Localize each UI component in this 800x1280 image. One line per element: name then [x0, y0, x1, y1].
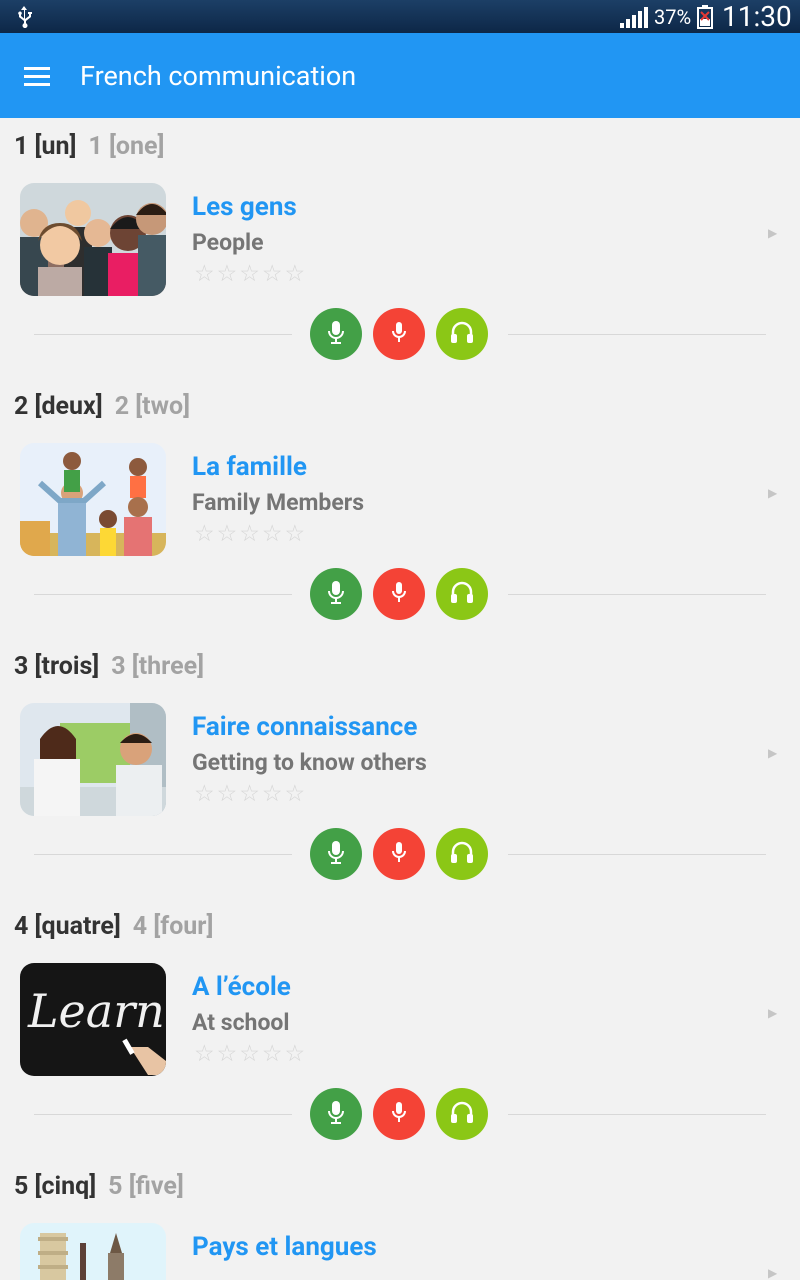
lesson-number-english: 3 [three]	[111, 652, 205, 681]
lesson-card[interactable]: Les gens People ☆☆☆☆☆ ▶	[0, 178, 800, 303]
lesson-thumbnail-people	[20, 183, 166, 296]
lesson-header: 5 [cinq] 5 [five]	[14, 1172, 184, 1201]
divider	[508, 1114, 766, 1115]
headphones-icon	[448, 838, 476, 870]
divider	[34, 334, 292, 335]
lesson-actions	[0, 828, 800, 880]
record-icon	[386, 839, 412, 869]
record-button[interactable]	[373, 308, 425, 360]
listen-button[interactable]	[436, 828, 488, 880]
microphone-icon	[323, 319, 349, 349]
signal-icon	[620, 6, 648, 32]
speak-button[interactable]	[310, 308, 362, 360]
record-icon	[386, 1099, 412, 1129]
record-button[interactable]	[373, 828, 425, 880]
chevron-right-icon: ▶	[768, 1266, 778, 1280]
usb-icon	[12, 4, 36, 32]
lesson-4: 4 [quatre] 4 [four] Learn A l’école At sc…	[0, 898, 800, 1158]
lesson-1: 1 [un] 1 [one] Les gens People ☆☆☆☆☆ ▶	[0, 118, 800, 378]
lesson-number-english: 2 [two]	[114, 392, 191, 421]
listen-button[interactable]	[436, 308, 488, 360]
lesson-header: 1 [un] 1 [one]	[14, 132, 164, 161]
lesson-title: Pays et langues	[192, 1232, 377, 1262]
chevron-right-icon: ▶	[768, 1006, 778, 1020]
lesson-number-french: 1 [un]	[14, 132, 77, 161]
app-bar: French communication	[0, 33, 800, 118]
lesson-number-english: 4 [four]	[132, 912, 214, 941]
lesson-title: A l’école	[192, 972, 291, 1002]
lesson-card[interactable]: Pays et langues ▶	[0, 1218, 800, 1280]
lesson-subtitle: People	[192, 229, 264, 256]
chevron-right-icon: ▶	[768, 486, 778, 500]
lesson-3: 3 [trois] 3 [three] Faire connaissance Ge…	[0, 638, 800, 898]
lesson-header: 4 [quatre] 4 [four]	[14, 912, 213, 941]
clock: 11:30	[722, 0, 792, 33]
speak-button[interactable]	[310, 1088, 362, 1140]
lesson-header: 2 [deux] 2 [two]	[14, 392, 190, 421]
chevron-right-icon: ▶	[768, 226, 778, 240]
lesson-subtitle: Getting to know others	[192, 749, 427, 776]
lesson-thumbnail-countries	[20, 1223, 166, 1280]
battery-icon	[697, 5, 713, 33]
lesson-number-french: 5 [cinq]	[14, 1172, 97, 1201]
record-button[interactable]	[373, 568, 425, 620]
divider	[508, 594, 766, 595]
microphone-icon	[323, 1099, 349, 1129]
lesson-number-english: 5 [five]	[108, 1172, 184, 1201]
lesson-title: Les gens	[192, 192, 297, 222]
divider	[508, 854, 766, 855]
rating-stars: ☆☆☆☆☆	[194, 260, 308, 287]
lesson-2: 2 [deux] 2 [two] La famille Family Member…	[0, 378, 800, 638]
battery-percentage: 37%	[654, 5, 692, 29]
status-bar: 37% 11:30	[0, 0, 800, 33]
lesson-number-french: 2 [deux]	[14, 392, 103, 421]
divider	[34, 594, 292, 595]
divider	[508, 334, 766, 335]
lesson-title: La famille	[192, 452, 307, 482]
lesson-title: Faire connaissance	[192, 712, 418, 742]
lesson-number-english: 1 [one]	[88, 132, 165, 161]
rating-stars: ☆☆☆☆☆	[194, 780, 308, 807]
headphones-icon	[448, 318, 476, 350]
chalkboard-text: Learn	[27, 984, 165, 1038]
headphones-icon	[448, 1098, 476, 1130]
speak-button[interactable]	[310, 828, 362, 880]
microphone-icon	[323, 839, 349, 869]
rating-stars: ☆☆☆☆☆	[194, 1040, 308, 1067]
lesson-number-french: 3 [trois]	[14, 652, 100, 681]
lesson-card[interactable]: Learn A l’école At school ☆☆☆☆☆ ▶	[0, 958, 800, 1083]
lesson-card[interactable]: Faire connaissance Getting to know other…	[0, 698, 800, 823]
lesson-card[interactable]: La famille Family Members ☆☆☆☆☆ ▶	[0, 438, 800, 563]
rating-stars: ☆☆☆☆☆	[194, 520, 308, 547]
lesson-thumbnail-school: Learn	[20, 963, 166, 1076]
record-icon	[386, 579, 412, 609]
record-button[interactable]	[373, 1088, 425, 1140]
lesson-subtitle: At school	[192, 1009, 290, 1036]
lesson-actions	[0, 568, 800, 620]
lesson-number-french: 4 [quatre]	[14, 912, 121, 941]
lesson-actions	[0, 1088, 800, 1140]
menu-icon[interactable]	[18, 57, 58, 97]
chevron-right-icon: ▶	[768, 746, 778, 760]
lesson-subtitle: Family Members	[192, 489, 365, 516]
record-icon	[386, 319, 412, 349]
lesson-5: 5 [cinq] 5 [five] Pays et langues ▶	[0, 1158, 800, 1280]
lesson-header: 3 [trois] 3 [three]	[14, 652, 204, 681]
lesson-thumbnail-family	[20, 443, 166, 556]
divider	[34, 854, 292, 855]
lesson-thumbnail-getting-to-know	[20, 703, 166, 816]
lesson-actions	[0, 308, 800, 360]
listen-button[interactable]	[436, 568, 488, 620]
headphones-icon	[448, 578, 476, 610]
app-title: French communication	[80, 60, 357, 92]
microphone-icon	[323, 579, 349, 609]
divider	[34, 1114, 292, 1115]
listen-button[interactable]	[436, 1088, 488, 1140]
speak-button[interactable]	[310, 568, 362, 620]
